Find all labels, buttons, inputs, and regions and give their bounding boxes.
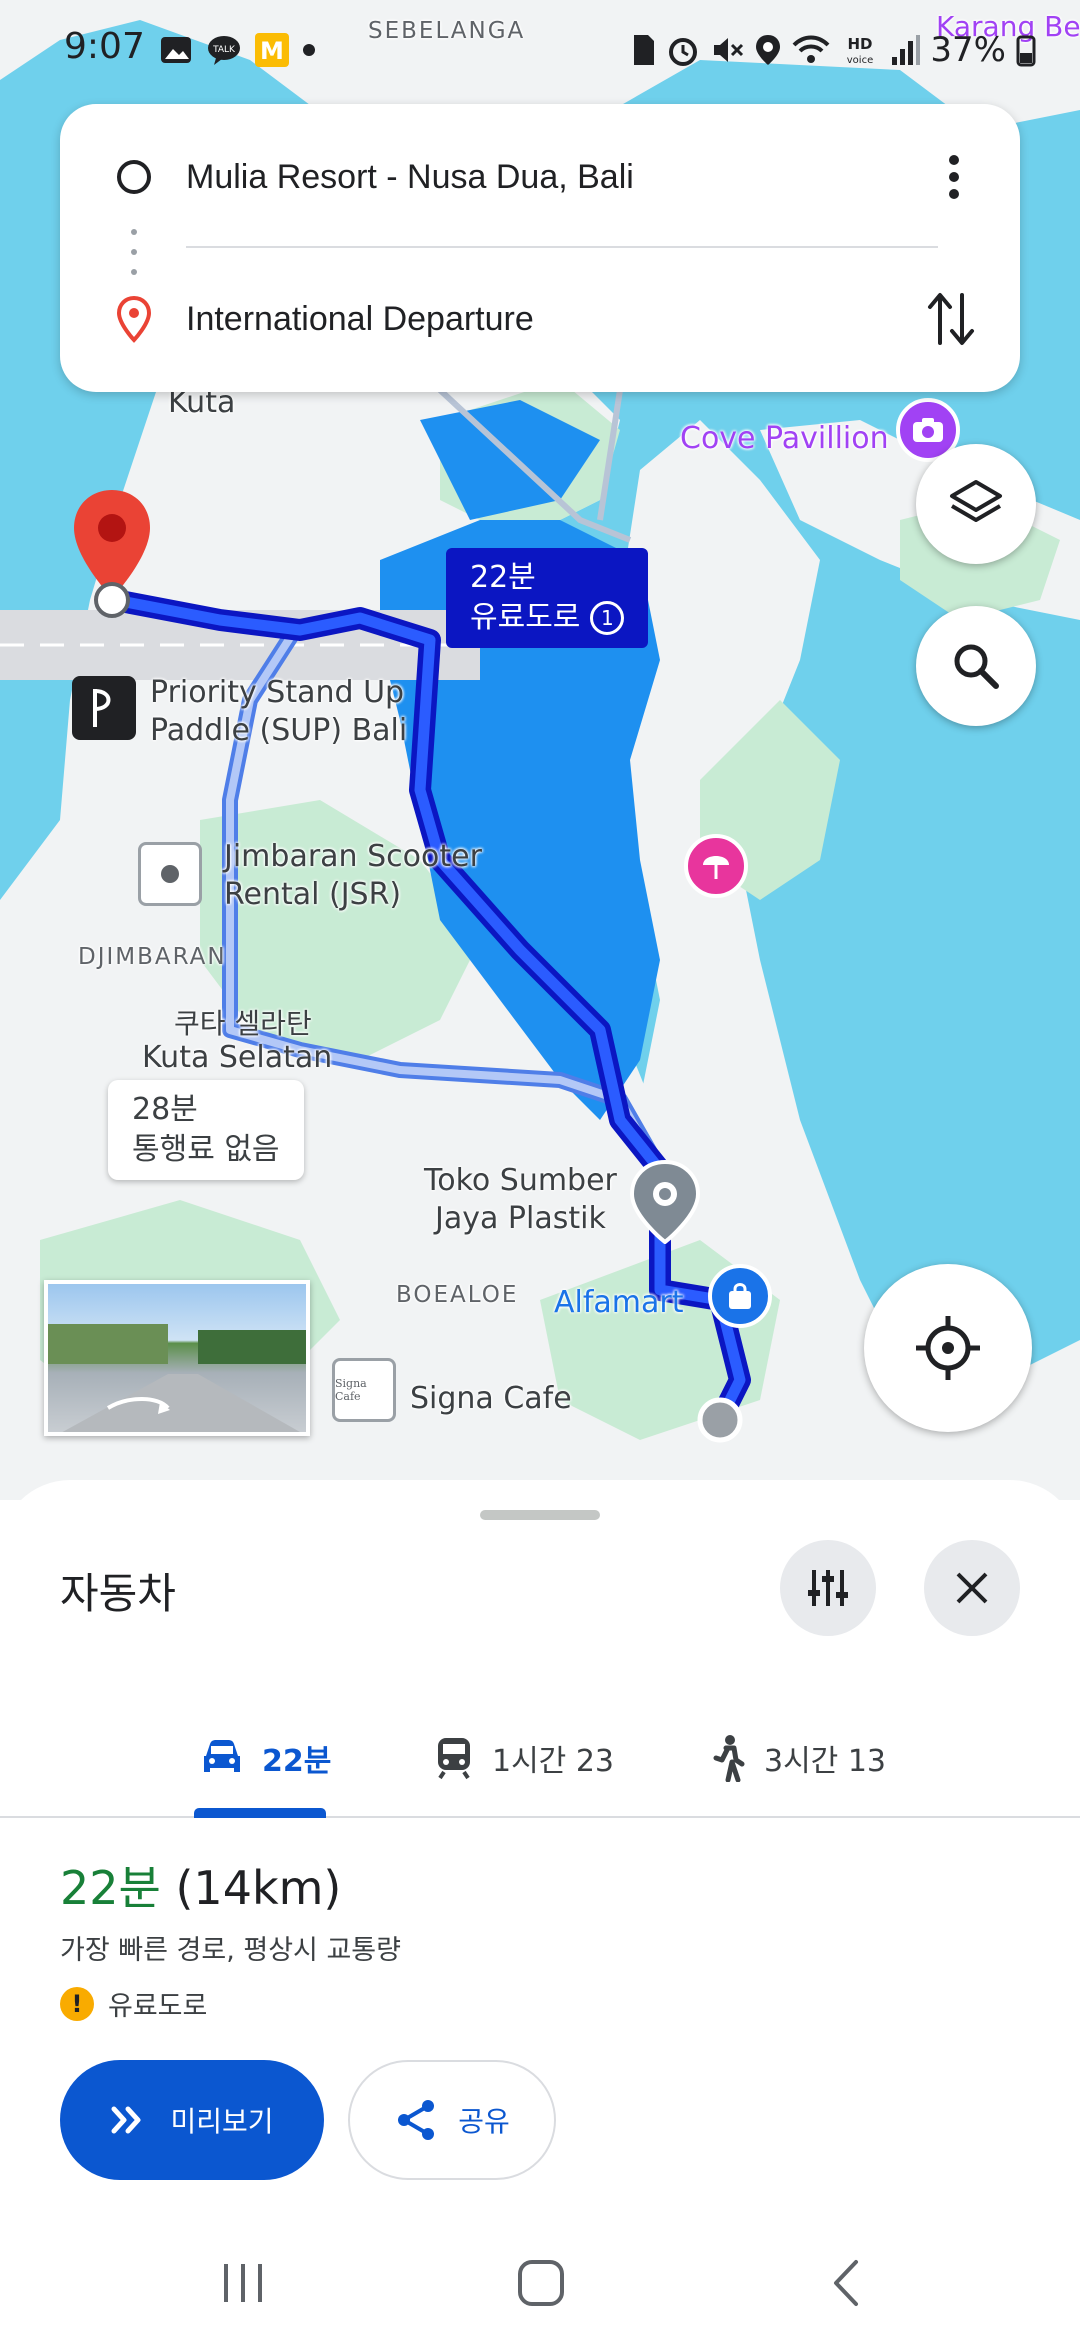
scooter-rental-icon[interactable] [138,842,202,906]
travel-mode-tabs: 22분 1시간 23 3시간 13 [0,1700,1080,1818]
tab-car[interactable]: 22분 [200,1700,331,1816]
alarm-icon [669,38,698,66]
map-label-cove-pavillion[interactable]: Cove Pavillion [680,420,889,458]
train-icon [438,1738,470,1780]
gallery-icon [161,37,191,63]
sheet-title: 자동차 [60,1569,176,1618]
destination-row[interactable]: International Departure [60,274,1020,364]
back-icon[interactable] [822,2258,872,2308]
map-label-jimbaran-scooter[interactable]: Jimbaran Scooter Rental (JSR) [224,838,482,914]
origin-field[interactable]: Mulia Resort - Nusa Dua, Bali [186,158,634,197]
sup-icon[interactable] [72,676,136,740]
sheet-drag-handle[interactable] [480,1510,600,1520]
beach-umbrella-icon[interactable] [684,834,748,898]
toll-info-icon: 1 [590,601,625,635]
alt-route-badge[interactable]: 28분 통행료 없음 [108,1080,304,1180]
tab-walk[interactable]: 3시간 13 [710,1700,886,1816]
location-icon [756,35,781,65]
m-app-icon: M [255,33,289,67]
status-right-icons: HD voice 37% [630,30,1036,70]
destination-pin-icon[interactable] [72,488,152,618]
map-label-djimbaran: DJIMBARAN [78,944,227,970]
field-divider [186,246,938,248]
close-icon [956,1572,988,1604]
layers-icon [950,480,1002,522]
route-summary: 22분 (14km) [60,1852,341,1918]
battery-percent: 37% [930,30,1006,70]
warning-icon: ! [60,1986,94,2021]
tab-transit-label: 1시간 23 [492,1744,614,1779]
route-time-badge[interactable]: 22분 유료도로 1 [446,548,649,648]
mute-icon [714,38,744,62]
map-label-toko-sumber[interactable]: Toko Sumber Jaya Plastik [424,1162,617,1238]
more-vert-icon[interactable] [944,152,964,202]
route-dots-icon [131,229,137,275]
car-icon [204,1740,240,1772]
summary-description: 가장 빠른 경로, 평상시 교통량 [60,1935,401,1966]
tab-car-label: 22분 [262,1744,332,1779]
talk-icon: TALK [208,36,240,65]
layers-button[interactable] [916,444,1036,564]
status-time: 9:07 [64,26,145,67]
share-button-label: 공유 [458,2105,510,2138]
map-label-signa-cafe[interactable]: Signa Cafe [410,1380,572,1418]
tab-walk-label: 3시간 13 [764,1744,886,1779]
route-options-button[interactable] [780,1540,876,1636]
search-button[interactable] [916,606,1036,726]
summary-time: 22분 [60,1861,161,1915]
bottom-sheet[interactable]: 자동차 22분 1시간 23 3시간 13 22분 (14km) 가장 빠른 경… [0,1480,1080,2340]
search-icon [954,644,999,689]
battery-icon [1016,35,1036,67]
recent-apps-icon[interactable] [218,2258,268,2308]
map-label-kuta-selatan-kr: 쿠타 셀라탄 [174,1007,312,1040]
walk-icon [713,1735,745,1782]
active-tab-indicator [194,1808,326,1818]
summary-distance: (14km) [175,1861,342,1915]
home-icon[interactable] [516,2258,566,2308]
preview-button-label: 미리보기 [170,2105,274,2138]
wifi-icon [793,35,830,63]
map-label-kuta-selatan: Kuta Selatan [142,1040,333,1075]
toll-note-label: 유료도로 [108,1991,208,2022]
preview-button[interactable]: 미리보기 [60,2060,324,2180]
signal-icon [892,35,921,65]
street-view-thumbnail[interactable] [44,1280,310,1436]
status-left-icons: TALK M [158,32,316,68]
directions-card: Mulia Resort - Nusa Dua, Bali Internatio… [60,104,1020,392]
toll-note: ! 유료도로 [60,1984,207,2023]
dot-icon [303,44,315,56]
double-chevron-icon [111,2106,141,2134]
close-button[interactable] [924,1540,1020,1636]
status-bar: 9:07 TALK M HD voice 37% [0,0,1080,104]
map-label-alfamart[interactable]: Alfamart [554,1284,684,1322]
share-button[interactable]: 공유 [348,2060,556,2180]
svg-text:TALK: TALK [212,45,236,55]
swap-icon[interactable] [924,289,978,349]
route-badge-toll: 유료도로 [470,600,581,635]
origin-row[interactable]: Mulia Resort - Nusa Dua, Bali [60,132,1020,222]
signa-cafe-logo[interactable]: Signa Cafe [332,1358,396,1422]
hd-voice-icon: HD voice [847,35,873,66]
my-location-button[interactable] [864,1264,1032,1432]
destination-field[interactable]: International Departure [186,300,534,339]
toko-pin-icon[interactable] [630,1160,700,1244]
alt-badge-time: 28분 [132,1092,198,1127]
tune-icon [808,1570,848,1606]
crosshair-icon [916,1316,980,1380]
share-icon [398,2100,435,2140]
svg-text:voice: voice [847,55,873,66]
destination-pin-small-icon [116,295,152,343]
sim-icon [634,35,655,65]
origin-circle-icon [117,160,151,194]
system-nav-bar [0,2220,1080,2340]
route-badge-time: 22분 [470,560,536,595]
map-label-boealoe: BOEALOE [396,1282,519,1308]
tab-transit[interactable]: 1시간 23 [434,1700,614,1816]
map-label-priority-sup[interactable]: Priority Stand Up Paddle (SUP) Bali [150,674,407,750]
svg-text:M: M [260,37,284,65]
svg-text:HD: HD [848,35,873,53]
alt-badge-toll: 통행료 없음 [132,1132,280,1167]
shopping-bag-icon[interactable] [708,1264,772,1328]
